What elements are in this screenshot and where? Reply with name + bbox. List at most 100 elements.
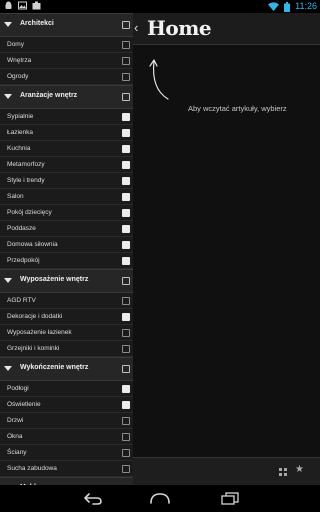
- download-notification-icon: [32, 1, 41, 10]
- list-item-checkbox[interactable]: [122, 433, 130, 441]
- list-item-label: Drzwi: [7, 417, 24, 424]
- category-checkbox[interactable]: [122, 21, 130, 29]
- list-item[interactable]: Łazienka: [0, 125, 133, 141]
- list-item[interactable]: Poddasze: [0, 221, 133, 237]
- list-item-label: Kuchnia: [7, 145, 31, 152]
- notification-icons: [4, 1, 41, 10]
- list-item-checkbox[interactable]: [122, 129, 130, 137]
- list-item[interactable]: Ogrody: [0, 69, 133, 85]
- list-item-checkbox[interactable]: [122, 193, 130, 201]
- list-item-label: Poddasze: [7, 225, 36, 232]
- star-icon[interactable]: ★: [295, 464, 304, 476]
- list-item-label: Salon: [7, 193, 24, 200]
- list-item-label: Metamorfozy: [7, 161, 45, 168]
- category-label: Aranżacje wnętrz: [20, 92, 78, 99]
- list-item-checkbox[interactable]: [122, 449, 130, 457]
- list-item-label: Ściany: [7, 449, 27, 456]
- list-item-checkbox[interactable]: [122, 41, 130, 49]
- list-item[interactable]: Drzwi: [0, 413, 133, 429]
- android-notification-icon: [5, 1, 12, 9]
- app-title[interactable]: Home: [147, 16, 212, 40]
- list-item-label: Podłogi: [7, 385, 29, 392]
- expand-arrow-icon[interactable]: [4, 278, 12, 283]
- category-checkbox[interactable]: [122, 93, 130, 101]
- list-item-checkbox[interactable]: [122, 225, 130, 233]
- home-icon[interactable]: [149, 492, 171, 505]
- back-icon[interactable]: [82, 492, 104, 505]
- wifi-icon: [268, 2, 280, 11]
- bottom-bar: ★: [133, 457, 320, 485]
- list-item-checkbox[interactable]: [122, 209, 130, 217]
- list-item-label: Ogrody: [7, 73, 29, 80]
- list-item[interactable]: AGD RTV: [0, 293, 133, 309]
- category-label: Architekci: [20, 20, 54, 27]
- navigation-drawer[interactable]: Architekci Domy Wnętrza Ogrody Aranżacje wnę…: [0, 13, 133, 485]
- grid-view-icon[interactable]: [279, 468, 287, 476]
- list-item-checkbox[interactable]: [122, 385, 130, 393]
- list-item-label: Wyposażenie łazienek: [7, 329, 72, 336]
- list-item[interactable]: Okna: [0, 429, 133, 445]
- list-item[interactable]: Kuchnia: [0, 141, 133, 157]
- list-item-checkbox[interactable]: [122, 73, 130, 81]
- list-item-checkbox[interactable]: [122, 113, 130, 121]
- expand-arrow-icon[interactable]: [4, 366, 12, 371]
- list-item-checkbox[interactable]: [122, 329, 130, 337]
- list-item[interactable]: Domy: [0, 37, 133, 53]
- list-item-label: Dekoracje i dodatki: [7, 313, 63, 320]
- category-header[interactable]: Wyposażenie wnętrz: [0, 269, 133, 293]
- category-header[interactable]: Architekci: [0, 13, 133, 37]
- list-item[interactable]: Ściany: [0, 445, 133, 461]
- list-item-checkbox[interactable]: [122, 313, 130, 321]
- list-item[interactable]: Przedpokój: [0, 253, 133, 269]
- category-header[interactable]: Aranżacje wnętrz: [0, 85, 133, 109]
- list-item[interactable]: Grzejniki i kominki: [0, 341, 133, 357]
- list-item[interactable]: Sucha zabudowa: [0, 461, 133, 477]
- hint-arrow-icon: [149, 59, 169, 100]
- list-item[interactable]: Oświetlenie: [0, 397, 133, 413]
- list-item[interactable]: Sypialnie: [0, 109, 133, 125]
- main-content: ‹ Home Aby wczytać artykuły, wybierz ★: [133, 13, 320, 485]
- system-nav-bar: [0, 485, 320, 512]
- list-item-label: AGD RTV: [7, 297, 36, 304]
- list-item[interactable]: Style i trendy: [0, 173, 133, 189]
- expand-arrow-icon[interactable]: [4, 94, 12, 99]
- list-item[interactable]: Dekoracje i dodatki: [0, 309, 133, 325]
- list-item[interactable]: Pokój dziecięcy: [0, 205, 133, 221]
- list-item-checkbox[interactable]: [122, 161, 130, 169]
- list-item[interactable]: Metamorfozy: [0, 157, 133, 173]
- battery-icon: [284, 1, 291, 12]
- action-bar: ‹ Home: [133, 13, 320, 45]
- list-item-checkbox[interactable]: [122, 345, 130, 353]
- list-item[interactable]: Wnętrza: [0, 53, 133, 69]
- chevron-left-icon[interactable]: ‹: [134, 21, 138, 34]
- list-item-label: Oświetlenie: [7, 401, 41, 408]
- list-item-checkbox[interactable]: [122, 417, 130, 425]
- list-item-label: Wnętrza: [7, 57, 32, 64]
- recent-apps-icon[interactable]: [220, 492, 240, 505]
- list-item[interactable]: Domowa siłownia: [0, 237, 133, 253]
- category-checkbox[interactable]: [122, 277, 130, 285]
- list-item[interactable]: Salon: [0, 189, 133, 205]
- list-item-checkbox[interactable]: [122, 241, 130, 249]
- category-label: Wykończenie wnętrz: [20, 364, 89, 371]
- category-checkbox[interactable]: [122, 365, 130, 373]
- list-item-label: Sucha zabudowa: [7, 465, 57, 472]
- category-header[interactable]: Meble: [0, 477, 133, 485]
- list-item-label: Domowa siłownia: [7, 241, 58, 248]
- list-item-checkbox[interactable]: [122, 145, 130, 153]
- list-item-label: Łazienka: [7, 129, 34, 136]
- list-item-label: Domy: [7, 41, 24, 48]
- expand-arrow-icon[interactable]: [4, 22, 12, 27]
- list-item-checkbox[interactable]: [122, 257, 130, 265]
- list-item[interactable]: Wyposażenie łazienek: [0, 325, 133, 341]
- category-header[interactable]: Wykończenie wnętrz: [0, 357, 133, 381]
- list-item-checkbox[interactable]: [122, 297, 130, 305]
- category-label: Wyposażenie wnętrz: [20, 276, 89, 283]
- list-item-label: Grzejniki i kominki: [7, 345, 60, 352]
- list-item-checkbox[interactable]: [122, 401, 130, 409]
- list-item-checkbox[interactable]: [122, 465, 130, 473]
- list-item-label: Okna: [7, 433, 23, 440]
- list-item-checkbox[interactable]: [122, 177, 130, 185]
- list-item-checkbox[interactable]: [122, 57, 130, 65]
- list-item[interactable]: Podłogi: [0, 381, 133, 397]
